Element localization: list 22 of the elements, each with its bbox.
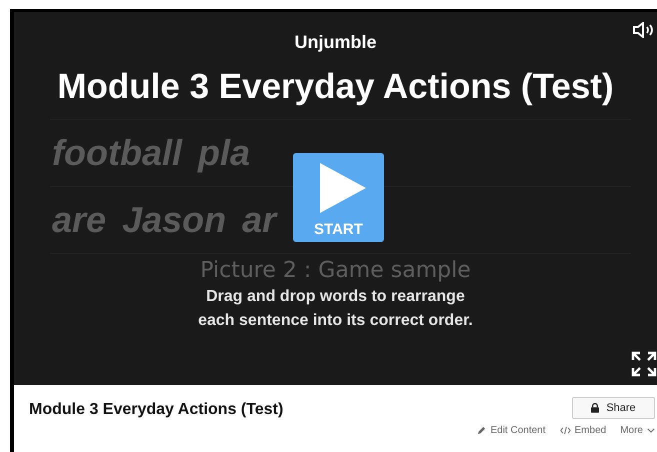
code-icon (560, 426, 571, 435)
play-icon (320, 163, 366, 213)
share-button[interactable]: Share (572, 397, 655, 419)
activity-title: Module 3 Everyday Actions (Test) (29, 401, 284, 420)
sample-word: ar (242, 198, 279, 242)
sample-caption: Picture 2 : Game sample (200, 258, 471, 283)
game-title: Module 3 Everyday Actions (Test) (57, 67, 614, 107)
sample-word: Jason (122, 198, 228, 242)
sample-word: pla (198, 131, 251, 175)
instruction-text: Drag and drop words to rearrange (205, 287, 466, 307)
sample-word: are (52, 198, 108, 242)
instruction-text: each sentence into its correct order. (198, 311, 473, 331)
pencil-icon (477, 426, 486, 435)
speaker-icon[interactable] (633, 22, 655, 38)
action-link[interactable]: Embed (560, 425, 606, 436)
action-link[interactable]: More (620, 425, 655, 436)
fullscreen-icon[interactable] (631, 351, 657, 377)
sample-word: football (52, 131, 184, 175)
action-link[interactable]: Edit Content (477, 425, 546, 436)
activity-type: Unjumble (294, 32, 376, 53)
chevron-down-icon (647, 428, 655, 433)
lock-icon (591, 403, 600, 413)
